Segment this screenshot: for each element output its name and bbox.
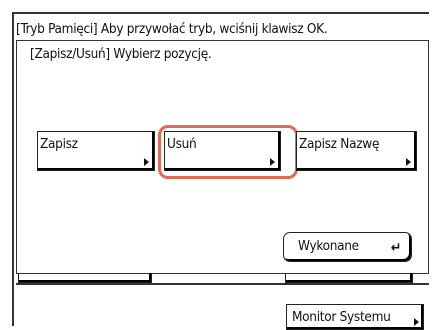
save-name-button-label: Zapisz Nazwę <box>299 136 380 152</box>
triangle-right-icon <box>406 158 411 166</box>
done-button-label: Wykonane <box>298 238 359 254</box>
mode-title: [Tryb Pamięci] Aby przywołać tryb, wciśn… <box>16 21 328 37</box>
triangle-right-icon <box>414 318 419 326</box>
dialog-subtitle: [Zapisz/Usuń] Wybierz pozycję. <box>30 46 212 62</box>
system-monitor-button[interactable]: Monitor Systemu <box>286 304 424 330</box>
selection-highlight <box>158 125 298 179</box>
save-button-label: Zapisz <box>40 136 78 152</box>
system-monitor-label: Monitor Systemu <box>292 309 391 325</box>
save-button[interactable]: Zapisz <box>37 131 155 171</box>
triangle-right-icon <box>144 158 149 166</box>
underlying-button-left <box>18 273 152 283</box>
save-name-button[interactable]: Zapisz Nazwę <box>296 131 417 171</box>
done-button[interactable]: Wykonane ↵ <box>283 232 412 262</box>
underlying-button-right <box>285 273 413 283</box>
divider <box>16 283 429 285</box>
return-arrow-icon: ↵ <box>390 240 402 256</box>
